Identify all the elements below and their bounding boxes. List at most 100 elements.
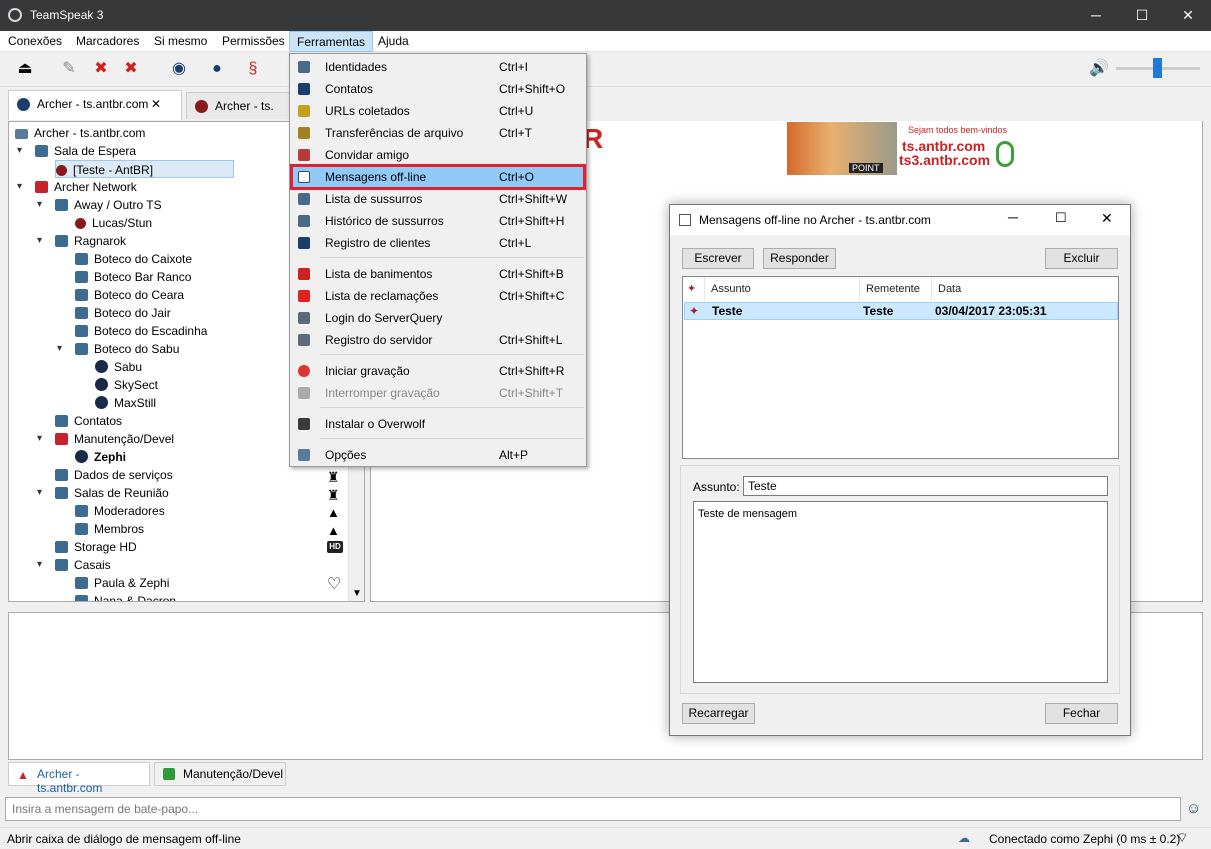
dialog-title-bar: Mensagens off-line no Archer - ts.antbr.… bbox=[670, 205, 1130, 235]
tree-client[interactable]: MaxStill bbox=[95, 394, 156, 412]
column-header-sender[interactable]: Remetente bbox=[860, 277, 932, 301]
message-subject: Teste bbox=[712, 304, 743, 318]
tree-channel[interactable]: Nana & Dacron bbox=[75, 592, 176, 601]
subject-field[interactable]: Teste bbox=[743, 476, 1108, 496]
tree-channel[interactable]: Boteco do Caixote bbox=[75, 250, 192, 268]
maximize-button[interactable]: ☐ bbox=[1119, 0, 1165, 31]
dialog-minimize-button[interactable]: ─ bbox=[1008, 209, 1018, 225]
ban-list-icon bbox=[298, 268, 310, 280]
column-header-subject[interactable]: Assunto bbox=[705, 277, 860, 301]
mute-mic-icon[interactable]: ✎ bbox=[56, 57, 82, 81]
menu-item-contatos[interactable]: Contatos Ctrl+Shift+O bbox=[292, 78, 584, 100]
message-date: 03/04/2017 23:05:31 bbox=[935, 304, 1047, 318]
menu-item-transferencias[interactable]: Transferências de arquivo Ctrl+T bbox=[292, 122, 584, 144]
dialog-maximize-button[interactable]: ☐ bbox=[1055, 210, 1067, 226]
message-list[interactable]: ✦ Assunto Remetente Data ✦ Teste Teste 0… bbox=[682, 276, 1119, 459]
emoticon-icon[interactable]: ☺ bbox=[1186, 800, 1201, 817]
tree-channel[interactable]: ▾ Salas de Reunião bbox=[37, 484, 169, 502]
permissions-icon[interactable]: § bbox=[240, 57, 266, 81]
menu-item-urls[interactable]: URLs coletados Ctrl+U bbox=[292, 100, 584, 122]
record-icon bbox=[298, 365, 310, 377]
menu-item-registro-servidor[interactable]: Registro do servidor Ctrl+Shift+L bbox=[292, 329, 584, 351]
contacts-icon[interactable]: ● bbox=[204, 57, 230, 81]
tree-client[interactable]: SkySect bbox=[95, 376, 158, 394]
tree-channel[interactable]: ▾ Boteco do Sabu bbox=[57, 340, 179, 358]
tree-channel[interactable]: Contatos bbox=[55, 412, 122, 430]
tree-channel[interactable]: Boteco do Ceara bbox=[75, 286, 184, 304]
menu-item-identidades[interactable]: Identidades Ctrl+I bbox=[292, 56, 584, 78]
menu-item-mensagens-offline[interactable]: Mensagens off-line Ctrl+O bbox=[290, 164, 586, 190]
tree-client[interactable]: Sabu bbox=[95, 358, 142, 376]
message-body-field[interactable]: Teste de mensagem bbox=[693, 501, 1108, 683]
tree-channel[interactable]: Boteco Bar Ranco bbox=[75, 268, 191, 286]
tree-channel[interactable]: ▾ Manutenção/Devel bbox=[37, 430, 174, 448]
tree-channel[interactable]: Storage HD bbox=[55, 538, 137, 556]
tree-channel[interactable]: Boteco do Jair bbox=[75, 304, 171, 322]
tree-channel[interactable]: ▾ Ragnarok bbox=[37, 232, 126, 250]
menu-conexoes[interactable]: Conexões bbox=[1, 31, 69, 52]
tree-channel[interactable]: Moderadores bbox=[75, 502, 165, 520]
tree-client-self[interactable]: Zephi bbox=[75, 448, 126, 466]
alert-triangle-icon: ▲ bbox=[327, 523, 340, 538]
server-tab-archer-2[interactable]: Archer - ts. bbox=[186, 92, 296, 119]
alert-triangle-icon: ▲ bbox=[327, 505, 340, 520]
menu-separator bbox=[320, 438, 584, 439]
scroll-down-icon[interactable]: ▼ bbox=[352, 588, 362, 599]
tree-channel[interactable]: Membros bbox=[75, 520, 144, 538]
menu-item-serverquery[interactable]: Login do ServerQuery bbox=[292, 307, 584, 329]
menu-ferramentas[interactable]: Ferramentas bbox=[289, 31, 374, 52]
tree-channel[interactable]: Dados de serviços bbox=[55, 466, 173, 484]
away-icon[interactable]: ✖ bbox=[118, 57, 144, 81]
menu-item-overwolf[interactable]: Instalar o Overwolf bbox=[292, 413, 584, 435]
banner-character-image: POINT bbox=[787, 122, 897, 175]
menu-item-convidar[interactable]: Convidar amigo bbox=[292, 144, 584, 166]
menu-item-lista-sussurros[interactable]: Lista de sussurros Ctrl+Shift+W bbox=[292, 188, 584, 210]
column-header-icon[interactable]: ✦ bbox=[683, 277, 705, 301]
menu-item-banimentos[interactable]: Lista de banimentos Ctrl+Shift+B bbox=[292, 263, 584, 285]
menu-si-mesmo[interactable]: Si mesmo bbox=[147, 31, 214, 52]
menu-item-historico-sussurros[interactable]: Histórico de sussurros Ctrl+Shift+H bbox=[292, 210, 584, 232]
whisper-icon[interactable]: ◉ bbox=[166, 57, 192, 81]
tree-client[interactable]: Lucas/Stun bbox=[75, 214, 152, 232]
disconnect-icon[interactable]: ⏏ bbox=[12, 57, 38, 81]
tree-channel[interactable]: ▾ Sala de Espera bbox=[17, 142, 136, 160]
channel-icon bbox=[75, 325, 88, 337]
menu-item-opcoes[interactable]: Opções Alt+P bbox=[292, 444, 584, 466]
dialog-close-button[interactable]: ✕ bbox=[1101, 210, 1113, 227]
menu-item-registro-clientes[interactable]: Registro de clientes Ctrl+L bbox=[292, 232, 584, 254]
column-header-date[interactable]: Data bbox=[932, 277, 1118, 301]
close-button[interactable]: ✕ bbox=[1165, 0, 1211, 31]
volume-icon: 🔊 bbox=[1089, 60, 1109, 77]
menu-item-reclamacoes[interactable]: Lista de reclamações Ctrl+Shift+C bbox=[292, 285, 584, 307]
close-tab-icon[interactable]: ✕ bbox=[151, 97, 161, 111]
write-button[interactable]: Escrever bbox=[682, 248, 754, 269]
menu-ajuda[interactable]: Ajuda bbox=[371, 31, 416, 52]
tree-channel[interactable]: Boteco do Escadinha bbox=[75, 322, 207, 340]
chat-input[interactable]: Insira a mensagem de bate-papo... bbox=[5, 797, 1181, 821]
delete-button[interactable]: Excluir bbox=[1045, 248, 1118, 269]
tree-channel[interactable]: Paula & Zephi bbox=[75, 574, 169, 592]
banner-welcome: Sejam todos bem-vindos bbox=[908, 125, 1008, 135]
server-tab-archer[interactable]: Archer - ts.antbr.com ✕ bbox=[8, 90, 182, 120]
reply-button[interactable]: Responder bbox=[763, 248, 836, 269]
menu-marcadores[interactable]: Marcadores bbox=[69, 31, 146, 52]
tree-channel[interactable]: ▾ Archer Network bbox=[17, 178, 137, 196]
menu-separator bbox=[320, 257, 584, 258]
message-row[interactable]: ✦ Teste Teste 03/04/2017 23:05:31 bbox=[684, 302, 1118, 320]
menu-permissoes[interactable]: Permissões bbox=[215, 31, 292, 52]
toolbar: ⏏ ✎ ✖ ✖ ◉ ● § 🔊 bbox=[0, 52, 1211, 87]
chat-tab-channel[interactable]: Manutenção/Devel bbox=[154, 762, 286, 786]
menu-item-interromper-gravacao[interactable]: Interromper gravação Ctrl+Shift+T bbox=[292, 382, 584, 404]
client-icon bbox=[95, 360, 108, 373]
menu-item-iniciar-gravacao[interactable]: Iniciar gravação Ctrl+Shift+R bbox=[292, 360, 584, 382]
minimize-button[interactable]: ─ bbox=[1073, 0, 1119, 31]
chat-tab-server[interactable]: ▲ Archer - ts.antbr.com bbox=[8, 762, 150, 795]
tree-channel[interactable]: ▾ Casais bbox=[37, 556, 111, 574]
tree-client[interactable]: [Teste - AntBR] bbox=[55, 160, 235, 178]
tree-channel[interactable]: ▾ Away / Outro TS bbox=[37, 196, 162, 214]
reload-button[interactable]: Recarregar bbox=[682, 703, 755, 724]
mute-speaker-icon[interactable]: ✖ bbox=[88, 57, 114, 81]
dialog-close-action-button[interactable]: Fechar bbox=[1045, 703, 1118, 724]
tree-server-root[interactable]: Archer - ts.antbr.com bbox=[15, 124, 145, 142]
volume-slider-handle[interactable] bbox=[1153, 58, 1162, 78]
